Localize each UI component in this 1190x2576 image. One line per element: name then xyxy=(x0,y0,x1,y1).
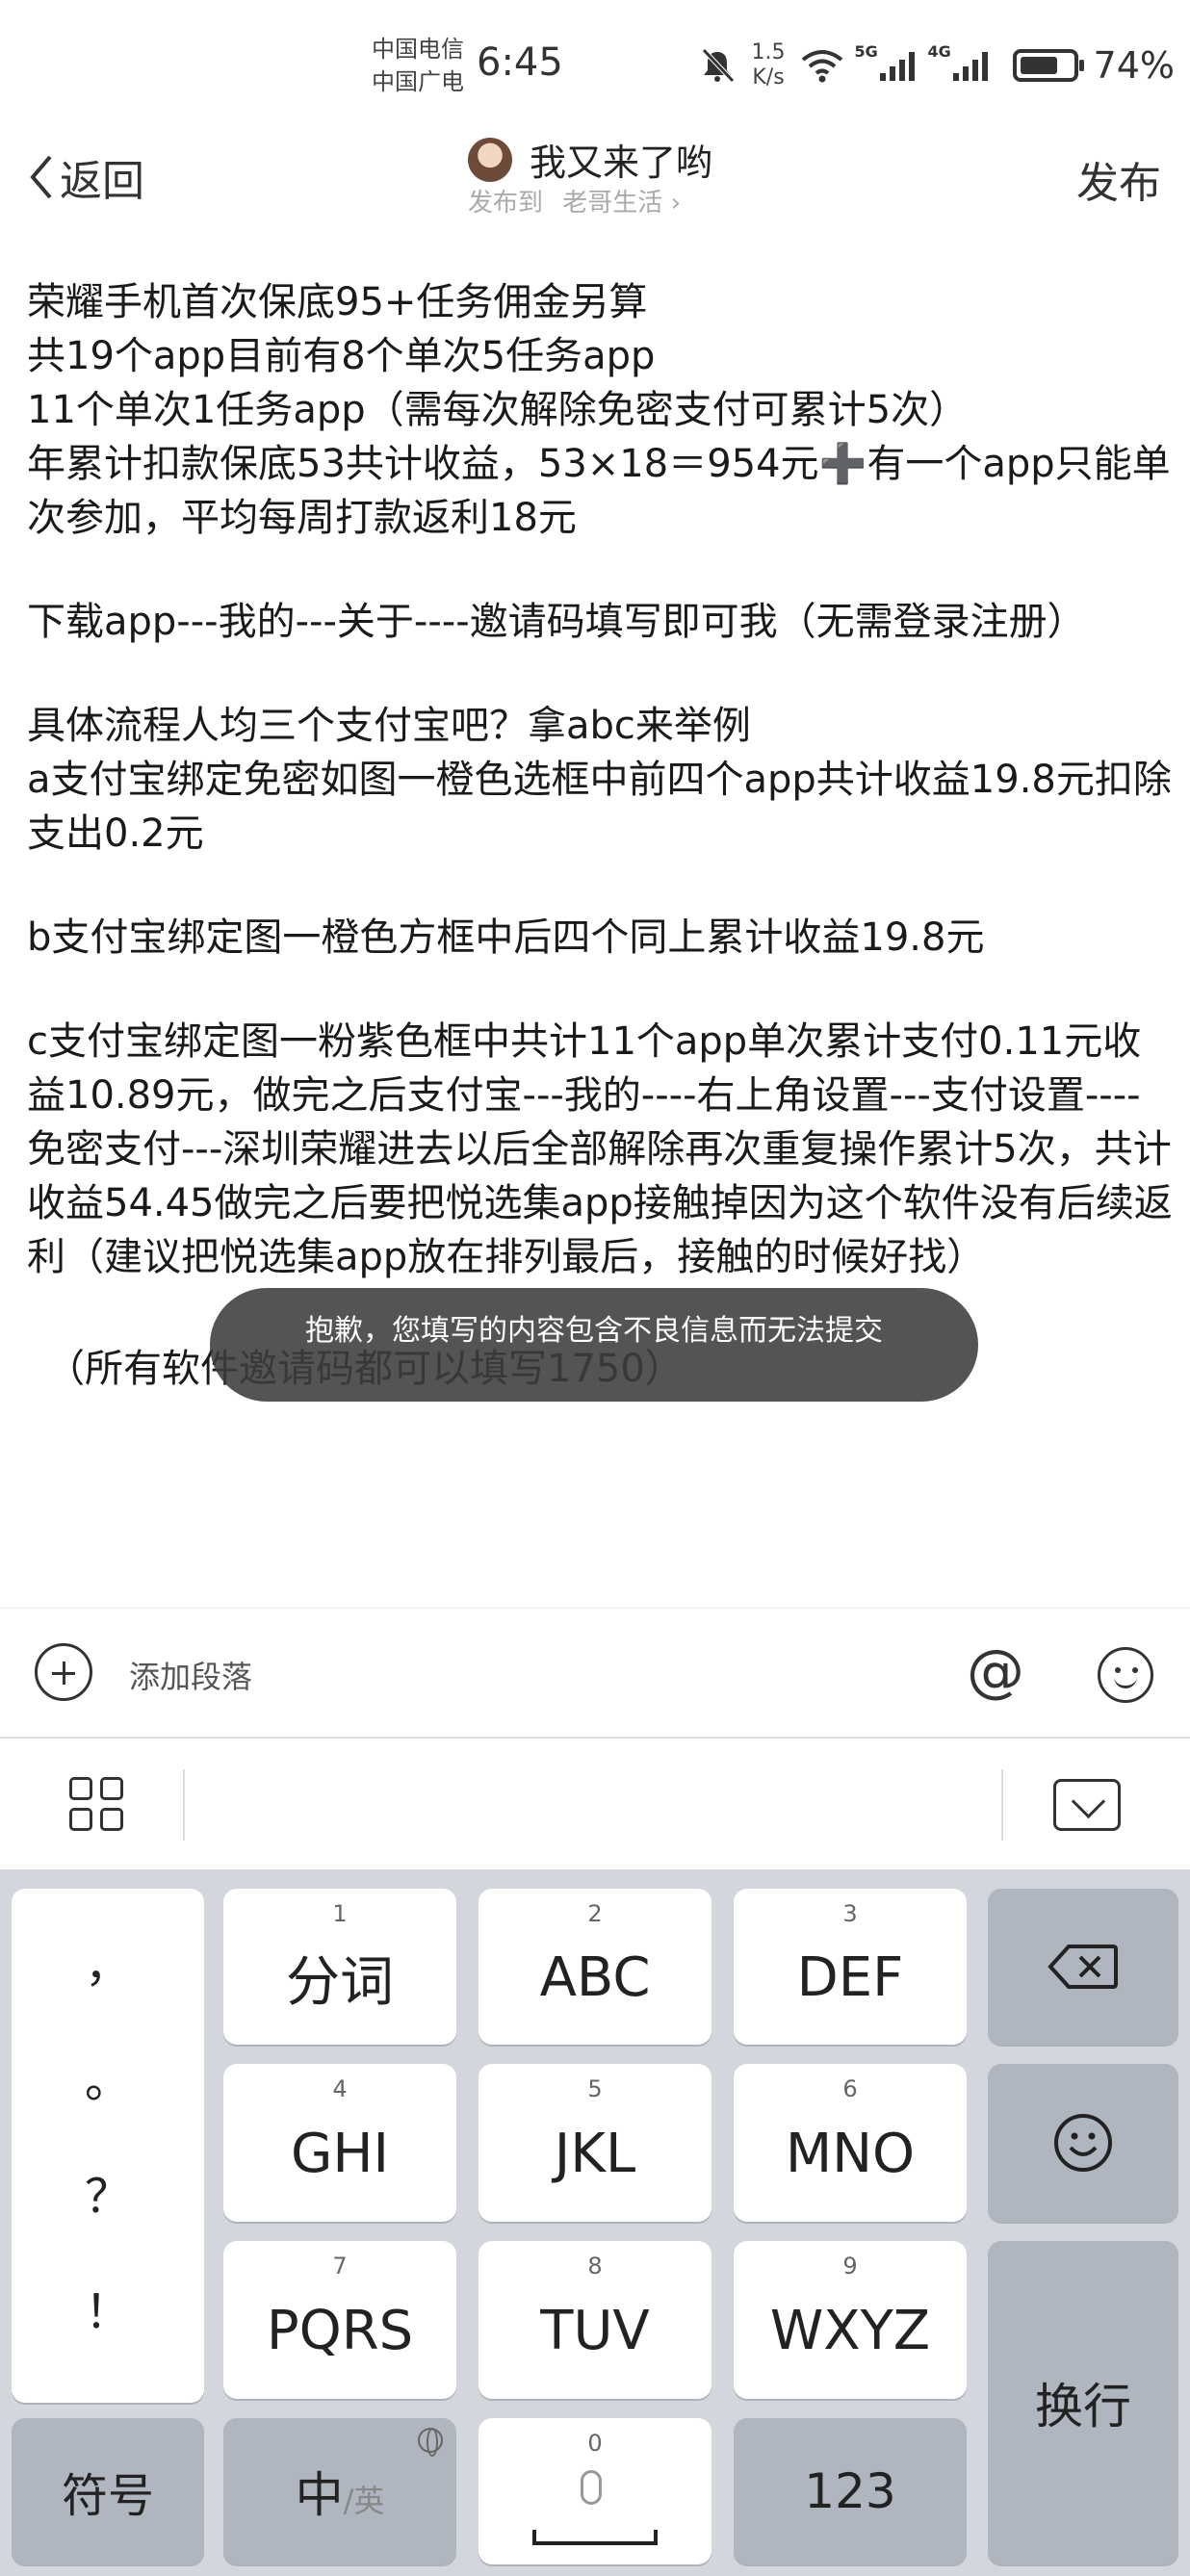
key-3-label: DEF xyxy=(796,1945,904,2009)
space-key[interactable]: 0 xyxy=(479,2418,711,2564)
key-7[interactable]: 7 PQRS xyxy=(223,2241,456,2399)
chevron-left-icon xyxy=(30,155,52,199)
wifi-icon xyxy=(801,50,842,83)
sim1-tag: 5G xyxy=(854,42,878,61)
paragraph-5[interactable]: c支付宝绑定图一粉紫色框中共计11个app单次累计支付0.11元收益10.89元… xyxy=(27,1015,1173,1284)
enter-label: 换行 xyxy=(1035,2379,1131,2434)
author-info[interactable]: 我又来了哟 xyxy=(468,133,712,186)
key-5[interactable]: 5 JKL xyxy=(479,2064,711,2222)
key-7-num: 7 xyxy=(332,2253,348,2280)
post-body-editor[interactable]: 荣耀手机首次保底95+任务佣金另算 共19个app目前有8个单次5任务app 1… xyxy=(27,275,1173,1446)
error-toast: 抱歉，您填写的内容包含不良信息而无法提交 xyxy=(210,1288,978,1402)
add-icon[interactable] xyxy=(35,1643,92,1701)
carrier-1: 中国电信 xyxy=(372,36,464,63)
punct-comma[interactable]: ， xyxy=(12,1927,204,1995)
battery-percent: 74% xyxy=(1093,44,1175,87)
key-4-label: GHI xyxy=(290,2122,390,2185)
signal-5g-icon: 5G xyxy=(855,42,915,81)
punctuation-column[interactable]: ， 。 ？ ！ xyxy=(12,1889,204,2403)
space-bar-icon xyxy=(532,2530,658,2545)
key-9-label: WXYZ xyxy=(769,2299,931,2362)
mute-icon xyxy=(701,48,735,83)
add-paragraph-button[interactable]: 添加段落 xyxy=(129,1653,252,1697)
key-1-num: 1 xyxy=(332,1900,348,1927)
key-8-label: TUV xyxy=(540,2299,650,2362)
backspace-key[interactable] xyxy=(988,1889,1178,2045)
mention-icon[interactable]: @ xyxy=(967,1637,1024,1705)
key-2-label: ABC xyxy=(539,1945,651,2009)
ime-divider-left xyxy=(183,1769,185,1841)
space-num: 0 xyxy=(587,2430,603,2457)
globe-icon xyxy=(418,2428,443,2457)
key-1[interactable]: 1 分词 xyxy=(223,1889,456,2045)
publish-to-target: 老哥生活 xyxy=(562,189,663,218)
back-button[interactable]: 返回 xyxy=(27,146,144,208)
sim2-tag: 4G xyxy=(927,42,951,61)
avatar xyxy=(468,137,512,182)
signal-4g-icon: 4G xyxy=(928,42,988,81)
publish-target-selector[interactable]: 发布到 老哥生活 › xyxy=(468,183,681,219)
punct-period[interactable]: 。 xyxy=(12,2043,204,2110)
paragraph-2[interactable]: 下载app---我的---关于----邀请码填写即可我（无需登录注册） xyxy=(27,595,1173,649)
key-6[interactable]: 6 MNO xyxy=(734,2064,967,2222)
microphone-icon xyxy=(581,2470,602,2505)
enter-key[interactable]: 换行 xyxy=(988,2241,1178,2564)
key-4-num: 4 xyxy=(332,2075,348,2102)
key-5-label: JKL xyxy=(554,2122,636,2185)
status-bar: 中国电信 中国广电 6:45 1.5 K/s 5G 4G 74% xyxy=(0,0,1190,125)
status-icons: 1.5 K/s 5G 4G 74% xyxy=(698,39,1175,92)
key-1-label: 分词 xyxy=(286,1950,394,2014)
paragraph-1[interactable]: 荣耀手机首次保底95+任务佣金另算 共19个app目前有8个单次5任务app 1… xyxy=(27,275,1173,545)
publish-button[interactable]: 发布 xyxy=(1076,148,1161,210)
clock: 6:45 xyxy=(477,40,563,85)
grid-menu-icon[interactable] xyxy=(69,1777,125,1833)
key-9-num: 9 xyxy=(842,2253,858,2280)
carrier-2: 中国广电 xyxy=(372,68,464,95)
carrier-labels: 中国电信 中国广电 xyxy=(372,33,464,98)
chevron-right-icon: › xyxy=(670,189,681,218)
symbol-label: 符号 xyxy=(61,2469,154,2523)
number-key[interactable]: 123 xyxy=(734,2418,967,2564)
key-6-label: MNO xyxy=(785,2122,916,2185)
key-6-num: 6 xyxy=(842,2075,858,2102)
smiley-icon xyxy=(1054,2114,1112,2172)
key-7-label: PQRS xyxy=(266,2299,414,2362)
author-name: 我又来了哟 xyxy=(530,142,713,184)
t9-keyboard: ， 。 ？ ！ 1 分词 2 ABC 3 DEF 4 GHI 5 JKL 6 M… xyxy=(0,1869,1190,2576)
key-3-num: 3 xyxy=(842,1900,858,1927)
publish-to-prefix: 发布到 xyxy=(468,189,544,218)
ime-toolbar xyxy=(0,1740,1190,1869)
paragraph-3[interactable]: 具体流程人均三个支付宝吧？拿abc来举例 a支付宝绑定免密如图一橙色选框中前四个… xyxy=(27,699,1173,861)
emoji-key[interactable] xyxy=(988,2064,1178,2222)
punct-question[interactable]: ？ xyxy=(12,2158,204,2226)
punct-exclaim[interactable]: ！ xyxy=(12,2274,204,2341)
net-speed-unit: K/s xyxy=(752,65,785,90)
net-speed: 1.5 K/s xyxy=(752,40,786,90)
number-label: 123 xyxy=(804,2463,896,2519)
net-speed-value: 1.5 xyxy=(751,40,786,64)
paragraph-4[interactable]: b支付宝绑定图一橙色方框中后四个同上累计收益19.8元 xyxy=(27,911,1173,965)
key-5-num: 5 xyxy=(587,2075,603,2102)
en-label: /英 xyxy=(343,2483,385,2519)
key-8[interactable]: 8 TUV xyxy=(479,2241,711,2399)
editor-toolbar: 添加段落 @ xyxy=(0,1608,1190,1739)
battery-icon xyxy=(1012,49,1084,82)
symbol-key[interactable]: 符号 xyxy=(12,2418,204,2564)
zh-label: 中 xyxy=(295,2467,344,2523)
key-2-num: 2 xyxy=(587,1900,603,1927)
key-3[interactable]: 3 DEF xyxy=(734,1889,967,2045)
key-2[interactable]: 2 ABC xyxy=(479,1889,711,2045)
ime-divider-right xyxy=(1001,1769,1003,1841)
backspace-icon xyxy=(1048,1945,1118,1989)
back-label: 返回 xyxy=(60,157,144,206)
keyboard-collapse-icon[interactable] xyxy=(1053,1779,1121,1831)
key-8-num: 8 xyxy=(587,2253,603,2280)
key-9[interactable]: 9 WXYZ xyxy=(734,2241,967,2399)
language-switch-key[interactable]: 中/英 xyxy=(223,2418,456,2564)
emoji-icon[interactable] xyxy=(1098,1647,1153,1703)
battery-fill xyxy=(1020,57,1057,74)
post-header: 返回 我又来了哟 发布到 老哥生活 › 发布 xyxy=(0,125,1190,241)
key-4[interactable]: 4 GHI xyxy=(223,2064,456,2222)
